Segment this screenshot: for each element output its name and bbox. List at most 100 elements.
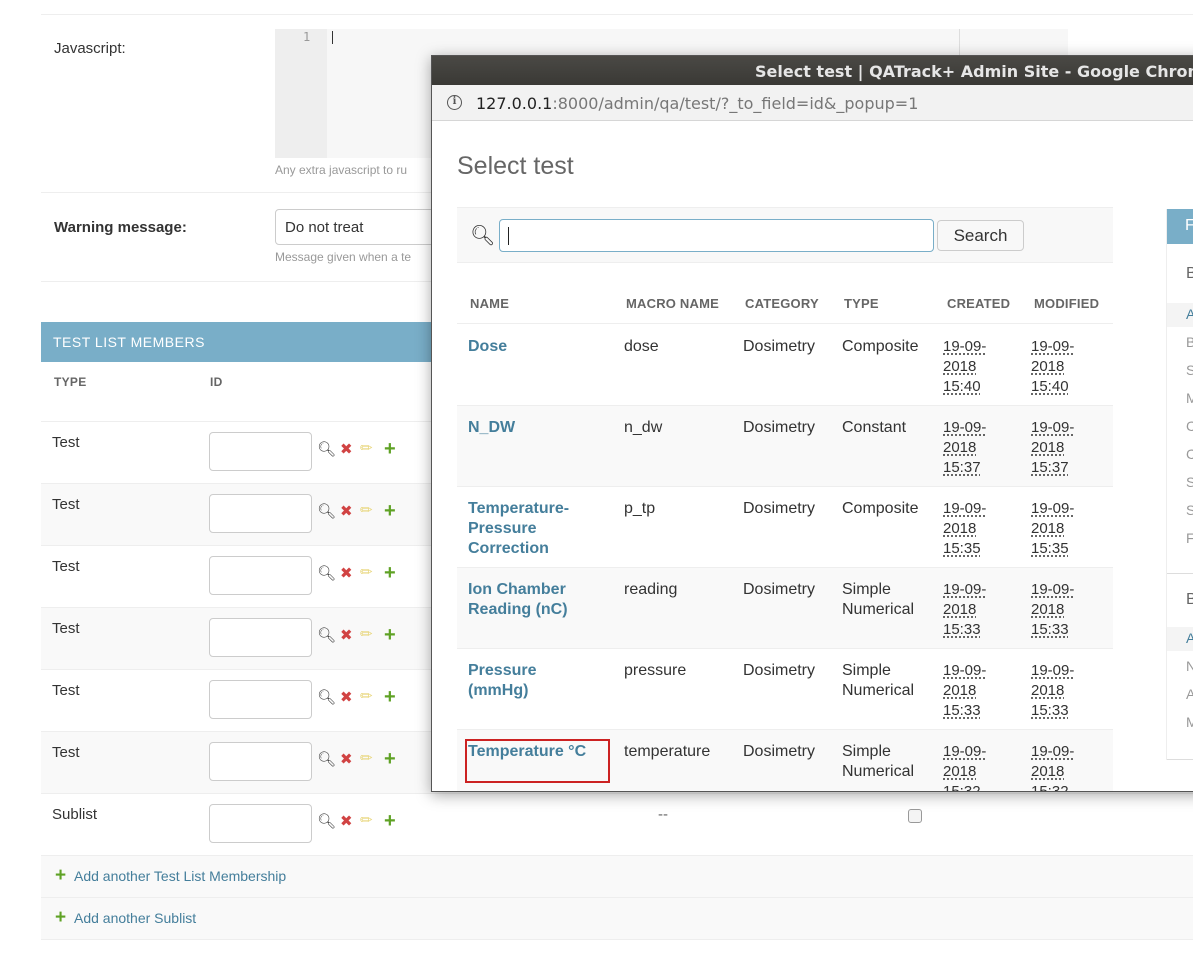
id-input[interactable]: [209, 618, 312, 657]
add-icon[interactable]: +: [384, 811, 396, 831]
member-type: Test: [52, 620, 80, 637]
add-icon[interactable]: +: [384, 563, 396, 583]
column-header-name[interactable]: NAME: [470, 296, 509, 311]
filter-option[interactable]: F: [1186, 530, 1193, 546]
filter-header-text: F: [1185, 217, 1193, 235]
delete-icon[interactable]: ✖: [340, 814, 353, 829]
id-input[interactable]: [209, 804, 312, 843]
created-cell: 19-09- 2018 15:32: [943, 742, 1003, 791]
popup-titlebar[interactable]: Select test | QATrack+ Admin Site - Goog…: [432, 56, 1193, 85]
year-part: 2018: [943, 601, 977, 618]
search-button[interactable]: Search: [937, 220, 1024, 251]
filter-option[interactable]: A: [1186, 686, 1193, 702]
table-row: Dose dose Dosimetry Composite 19-09- 201…: [457, 325, 1113, 406]
warning-message-value: Do not treat: [285, 219, 364, 236]
pencil-icon[interactable]: ✏︎: [360, 441, 373, 456]
pencil-icon[interactable]: ✏︎: [360, 565, 373, 580]
date-part: 19-09-: [943, 500, 987, 517]
id-input[interactable]: [209, 680, 312, 719]
add-sublist-link[interactable]: Add another Sublist: [74, 910, 196, 926]
modified-cell: 19-09- 2018 15:37: [1031, 418, 1091, 478]
pencil-icon[interactable]: ✏︎: [360, 689, 373, 704]
add-icon[interactable]: +: [384, 501, 396, 521]
id-input[interactable]: [209, 494, 312, 533]
code-cursor: [332, 31, 333, 44]
add-icon[interactable]: +: [384, 439, 396, 459]
add-icon[interactable]: +: [384, 749, 396, 769]
delete-icon[interactable]: ✖: [340, 442, 353, 457]
filter-option[interactable]: C: [1186, 446, 1193, 462]
date-part: 19-09-: [1031, 662, 1075, 679]
id-input[interactable]: [209, 556, 312, 595]
delete-icon[interactable]: ✖: [340, 752, 353, 767]
warning-message-select[interactable]: Do not treat: [275, 209, 445, 245]
delete-icon[interactable]: ✖: [340, 504, 353, 519]
macro-name-cell: temperature: [624, 743, 711, 760]
test-name-link[interactable]: Ion Chamber Reading (nC): [468, 580, 598, 620]
test-name-link[interactable]: Pressure (mmHg): [468, 661, 598, 701]
column-header-category[interactable]: CATEGORY: [745, 296, 819, 311]
column-header-created[interactable]: CREATED: [947, 296, 1010, 311]
year-part: 2018: [943, 682, 977, 699]
add-icon[interactable]: +: [384, 625, 396, 645]
add-test-membership-row[interactable]: + Add another Test List Membership: [41, 856, 1193, 898]
add-test-membership-link[interactable]: Add another Test List Membership: [74, 868, 286, 884]
filter-option[interactable]: M: [1186, 714, 1193, 730]
pencil-icon[interactable]: ✏︎: [360, 813, 373, 828]
filter-option[interactable]: M: [1186, 390, 1193, 406]
created-cell: 19-09- 2018 15:33: [943, 661, 1003, 721]
lookup-search-icon[interactable]: 🔍︎: [317, 814, 336, 829]
filter-option[interactable]: A: [1186, 306, 1193, 322]
column-header-macro-name[interactable]: MACRO NAME: [626, 296, 719, 311]
test-name-link[interactable]: Temperature-Pressure Correction: [468, 499, 598, 559]
year-part: 2018: [943, 520, 977, 537]
category-cell: Dosimetry: [743, 500, 816, 517]
lookup-search-icon[interactable]: 🔍︎: [317, 504, 336, 519]
id-input[interactable]: [209, 432, 312, 471]
lookup-search-icon[interactable]: 🔍︎: [317, 690, 336, 705]
lookup-search-icon[interactable]: 🔍︎: [317, 442, 336, 457]
date-part: 19-09-: [943, 581, 987, 598]
test-name-link[interactable]: Dose: [468, 337, 598, 357]
filter-option[interactable]: S: [1186, 474, 1193, 490]
filter-divider: [1167, 573, 1193, 574]
lookup-search-icon[interactable]: 🔍︎: [317, 628, 336, 643]
filter-option[interactable]: A: [1186, 630, 1193, 646]
delete-checkbox[interactable]: [908, 809, 922, 823]
category-cell: Dosimetry: [743, 743, 816, 760]
lookup-search-icon[interactable]: 🔍︎: [317, 566, 336, 581]
info-icon[interactable]: i: [447, 95, 462, 110]
filter-option[interactable]: B: [1186, 334, 1193, 350]
table-row: N_DW n_dw Dosimetry Constant 19-09- 2018…: [457, 406, 1113, 487]
add-icon[interactable]: +: [384, 687, 396, 707]
macro-name-cell: reading: [624, 581, 678, 598]
javascript-help-text: Any extra javascript to ru: [275, 163, 408, 177]
column-type-header: TYPE: [54, 375, 87, 389]
popup-address-bar: i 127.0.0.1:8000/admin/qa/test/?_to_fiel…: [432, 85, 1193, 121]
pencil-icon[interactable]: ✏︎: [360, 751, 373, 766]
macro-name-cell: dose: [624, 338, 659, 355]
delete-icon[interactable]: ✖: [340, 566, 353, 581]
member-type: Test: [52, 682, 80, 699]
date-part: 19-09-: [1031, 743, 1075, 760]
test-name-link[interactable]: N_DW: [468, 418, 598, 438]
macro-name-cell: n_dw: [624, 419, 663, 436]
filter-option[interactable]: S: [1186, 362, 1193, 378]
search-input[interactable]: [499, 219, 934, 252]
id-input[interactable]: [209, 742, 312, 781]
filter-option[interactable]: S: [1186, 502, 1193, 518]
delete-icon[interactable]: ✖: [340, 690, 353, 705]
filter-option[interactable]: N: [1186, 658, 1193, 674]
column-header-type[interactable]: TYPE: [844, 296, 879, 311]
filter-option[interactable]: C: [1186, 418, 1193, 434]
table-row: Pressure (mmHg) pressure Dosimetry Simpl…: [457, 649, 1113, 730]
pencil-icon[interactable]: ✏︎: [360, 627, 373, 642]
filter-group-title: B: [1186, 591, 1193, 609]
column-header-modified[interactable]: MODIFIED: [1034, 296, 1099, 311]
code-gutter: 1: [275, 29, 327, 158]
lookup-search-icon[interactable]: 🔍︎: [317, 752, 336, 767]
pencil-icon[interactable]: ✏︎: [360, 503, 373, 518]
test-name-link[interactable]: Temperature °C: [465, 739, 610, 783]
delete-icon[interactable]: ✖: [340, 628, 353, 643]
add-sublist-row[interactable]: + Add another Sublist: [41, 898, 1193, 940]
